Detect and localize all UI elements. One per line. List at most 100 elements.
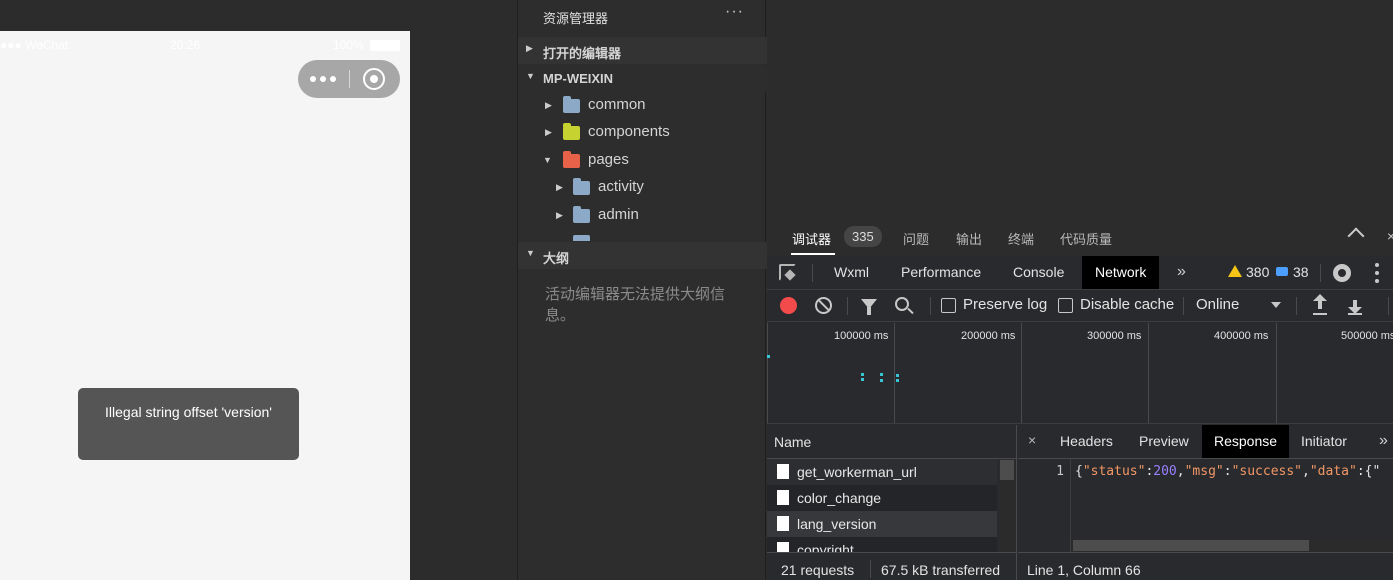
tab-wxml[interactable]: Wxml bbox=[821, 256, 882, 289]
chevron-down-icon: ▼ bbox=[526, 71, 535, 81]
more-tabs-icon[interactable]: » bbox=[1177, 263, 1186, 281]
timeline-label: 100000 ms bbox=[834, 330, 889, 342]
tab-headers[interactable]: Headers bbox=[1048, 425, 1125, 458]
section-open-editors[interactable]: ▶ 打开的编辑器 bbox=[518, 37, 767, 64]
name-column-header[interactable]: Name bbox=[767, 425, 1017, 459]
response-horizontal-scrollbar[interactable] bbox=[1071, 539, 1393, 552]
tab-debugger[interactable]: 调试器 bbox=[792, 229, 831, 248]
request-name: lang_version bbox=[797, 516, 877, 532]
divider bbox=[1388, 297, 1389, 315]
gear-icon[interactable] bbox=[1333, 264, 1351, 282]
explorer-header: 资源管理器 ··· bbox=[518, 0, 767, 34]
table-row[interactable]: lang_version bbox=[767, 511, 997, 537]
throttling-select[interactable]: Online bbox=[1196, 296, 1239, 313]
more-tabs-icon[interactable]: » bbox=[1379, 432, 1388, 450]
preserve-log-label[interactable]: Preserve log bbox=[963, 296, 1047, 313]
divider bbox=[1183, 297, 1184, 315]
download-icon[interactable] bbox=[1348, 297, 1362, 315]
tab-initiator[interactable]: Initiator bbox=[1289, 425, 1359, 458]
pages-folder-icon bbox=[563, 151, 580, 168]
chevron-down-icon: ▼ bbox=[543, 155, 552, 165]
error-toast: Illegal string offset 'version' bbox=[78, 388, 299, 460]
upload-icon[interactable] bbox=[1313, 294, 1327, 315]
timeline-label: 300000 ms bbox=[1087, 330, 1142, 342]
more-dots-icon[interactable] bbox=[310, 72, 340, 86]
disable-cache-label[interactable]: Disable cache bbox=[1080, 296, 1174, 313]
transferred-size: 67.5 kB transferred bbox=[881, 562, 1001, 578]
table-row[interactable]: get_workerman_url bbox=[767, 459, 997, 485]
message-icon bbox=[1276, 267, 1288, 276]
tab-output[interactable]: 输出 bbox=[956, 229, 982, 248]
tab-network[interactable]: Network bbox=[1082, 256, 1160, 289]
clock-label: 20:26 bbox=[170, 38, 201, 52]
phone-screen[interactable]: ●●● WeChat 20:26 100% Illegal string off… bbox=[0, 31, 410, 580]
folder-icon bbox=[563, 96, 580, 113]
close-icon[interactable]: × bbox=[1387, 228, 1393, 244]
tree-label: components bbox=[588, 123, 670, 140]
request-list-scrollbar[interactable] bbox=[999, 459, 1015, 552]
section-project[interactable]: ▼ MP-WEIXIN bbox=[518, 65, 767, 92]
explorer-panel: 资源管理器 ··· ▶ 打开的编辑器 ▼ MP-WEIXIN ▶ common … bbox=[517, 0, 767, 580]
timeline-mark bbox=[896, 374, 899, 377]
response-body[interactable]: {"status":200,"msg":"success","data":{" bbox=[1075, 464, 1380, 479]
tab-terminal[interactable]: 终端 bbox=[1008, 229, 1034, 248]
warning-count[interactable]: 380 bbox=[1246, 264, 1269, 280]
request-list-pane: Name get_workerman_url color_change lang… bbox=[767, 425, 1017, 580]
kebab-menu-icon[interactable] bbox=[1375, 263, 1379, 283]
request-count: 21 requests bbox=[781, 562, 855, 578]
filter-icon[interactable] bbox=[861, 299, 877, 315]
timeline-mark bbox=[861, 373, 864, 376]
tree-item-admin[interactable]: ▶ admin bbox=[518, 203, 767, 230]
network-overview-timeline[interactable]: 100000 ms 200000 ms 300000 ms 400000 ms … bbox=[767, 323, 1393, 424]
phone-status-bar: ●●● WeChat 20:26 100% bbox=[0, 31, 410, 59]
folder-icon bbox=[573, 235, 590, 241]
document-icon bbox=[777, 464, 789, 479]
details-tabs: × Headers Preview Response Initiator » bbox=[1018, 425, 1393, 459]
more-actions-icon[interactable]: ··· bbox=[725, 3, 744, 21]
table-row[interactable]: copyright bbox=[767, 537, 997, 552]
section-label: 大纲 bbox=[543, 251, 570, 266]
tab-code-quality[interactable]: 代码质量 bbox=[1060, 229, 1112, 248]
timeline-label: 500000 ms bbox=[1341, 330, 1393, 342]
tree-item-components[interactable]: ▶ components bbox=[518, 120, 767, 147]
record-icon[interactable] bbox=[780, 297, 797, 314]
clear-icon[interactable] bbox=[815, 297, 832, 314]
app-root: ●●● WeChat 20:26 100% Illegal string off… bbox=[0, 0, 1393, 580]
json-key: "status" bbox=[1082, 464, 1146, 479]
preserve-log-checkbox[interactable] bbox=[941, 298, 956, 313]
request-name: color_change bbox=[797, 490, 882, 506]
disable-cache-checkbox[interactable] bbox=[1058, 298, 1073, 313]
tab-problems[interactable]: 问题 bbox=[903, 229, 929, 248]
devtools-top-tabs: 调试器 335 问题 输出 终端 代码质量 × bbox=[767, 218, 1393, 256]
message-count[interactable]: 38 bbox=[1293, 264, 1309, 280]
tab-console[interactable]: Console bbox=[1000, 256, 1077, 289]
tab-performance[interactable]: Performance bbox=[888, 256, 994, 289]
timeline-label: 200000 ms bbox=[961, 330, 1016, 342]
timeline-mark bbox=[861, 378, 864, 381]
timeline-mark bbox=[880, 373, 883, 376]
chevron-right-icon: ▶ bbox=[545, 127, 552, 137]
tree-item-pages[interactable]: ▼ pages bbox=[518, 148, 767, 175]
json-value: 200 bbox=[1153, 464, 1177, 479]
search-icon[interactable] bbox=[895, 297, 909, 311]
chevron-up-icon[interactable] bbox=[1347, 227, 1365, 245]
components-folder-icon bbox=[563, 123, 580, 140]
tree-item-activity[interactable]: ▶ activity bbox=[518, 175, 767, 202]
close-target-icon[interactable] bbox=[363, 68, 385, 90]
request-name: get_workerman_url bbox=[797, 464, 917, 480]
chevron-down-icon[interactable] bbox=[1271, 302, 1281, 308]
table-row[interactable]: color_change bbox=[767, 485, 997, 511]
devtools-panel-tabs: Wxml Performance Console Network » 380 3… bbox=[767, 256, 1393, 290]
document-icon bbox=[777, 542, 789, 552]
tree-label: admin bbox=[598, 206, 639, 223]
warning-icon bbox=[1228, 265, 1242, 277]
inspect-element-icon[interactable] bbox=[779, 264, 796, 281]
close-icon[interactable]: × bbox=[1028, 432, 1036, 448]
tree-item-common[interactable]: ▶ common bbox=[518, 93, 767, 120]
tab-response[interactable]: Response bbox=[1202, 425, 1290, 458]
editor-status-bar: Line 1, Column 66 bbox=[1018, 552, 1393, 580]
tab-preview[interactable]: Preview bbox=[1127, 425, 1201, 458]
column-header-label: Name bbox=[774, 434, 812, 450]
section-outline[interactable]: ▼ 大纲 bbox=[518, 242, 767, 269]
chevron-right-icon: ▶ bbox=[545, 100, 552, 110]
